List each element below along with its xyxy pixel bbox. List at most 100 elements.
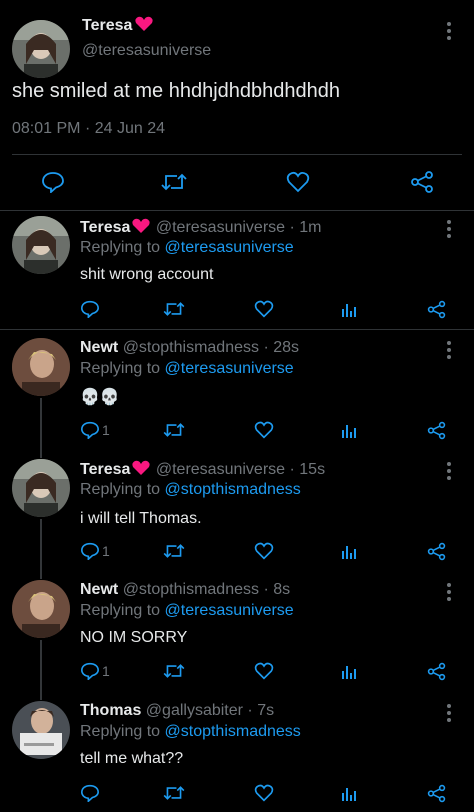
- more-vertical-icon[interactable]: [441, 339, 457, 363]
- replying-to-link[interactable]: @teresasuniverse: [165, 360, 294, 377]
- handle[interactable]: @stopthismadness: [123, 581, 259, 598]
- analytics-icon[interactable]: [341, 784, 359, 802]
- like-icon[interactable]: [254, 421, 274, 439]
- avatar[interactable]: [12, 701, 70, 759]
- heart-emoji-icon: [135, 16, 154, 31]
- avatar[interactable]: [12, 580, 70, 638]
- replying-to-link[interactable]: @stopthismadness: [165, 723, 301, 740]
- avatar[interactable]: [12, 338, 70, 396]
- tweet-text: shit wrong account: [80, 266, 214, 283]
- reply-header: Thomas @gallysabiter · 7s: [80, 702, 274, 720]
- share-icon[interactable]: [427, 542, 446, 561]
- reply-header: Newt @stopthismadness · 8s: [80, 581, 290, 599]
- more-vertical-icon[interactable]: [441, 218, 457, 242]
- tweet-text: i will tell Thomas.: [80, 510, 202, 527]
- share-icon[interactable]: [427, 784, 446, 803]
- reply-count: 1: [102, 543, 110, 559]
- display-name-text[interactable]: Thomas: [80, 702, 141, 719]
- replying-to: Replying to @teresasuniverse: [80, 360, 294, 378]
- retweet-icon[interactable]: [161, 171, 187, 193]
- analytics-icon[interactable]: [341, 421, 359, 439]
- replying-to: Replying to @teresasuniverse: [80, 602, 294, 620]
- heart-emoji-icon: [132, 460, 151, 475]
- time: · 28s: [263, 339, 300, 356]
- thread-line: [40, 519, 42, 579]
- timestamp-date: 24 Jun 24: [94, 120, 165, 137]
- display-name-text[interactable]: Newt: [80, 581, 118, 598]
- display-name-text[interactable]: Teresa: [80, 219, 130, 236]
- analytics-icon[interactable]: [341, 542, 359, 560]
- handle[interactable]: @gallysabiter: [146, 702, 243, 719]
- replying-to-prefix: Replying to: [80, 602, 165, 619]
- time: · 1m: [289, 219, 322, 236]
- handle[interactable]: @stopthismadness: [123, 339, 259, 356]
- timestamp-separator: ·: [84, 120, 91, 137]
- like-icon[interactable]: [254, 662, 274, 680]
- analytics-icon[interactable]: [341, 662, 359, 680]
- timestamp-time: 08:01 PM: [12, 120, 81, 137]
- replying-to-link[interactable]: @teresasuniverse: [165, 602, 294, 619]
- more-vertical-icon[interactable]: [441, 20, 457, 44]
- display-name-text[interactable]: Newt: [80, 339, 118, 356]
- tweet-text: NO IM SORRY: [80, 629, 188, 646]
- reply-icon[interactable]: [80, 542, 100, 560]
- divider: [12, 154, 462, 155]
- divider: [0, 210, 474, 211]
- replying-to-link[interactable]: @stopthismadness: [165, 481, 301, 498]
- like-icon[interactable]: [254, 542, 274, 560]
- retweet-icon[interactable]: [163, 300, 185, 318]
- like-icon[interactable]: [286, 171, 310, 193]
- tweet-text: 💀💀: [80, 389, 120, 406]
- more-vertical-icon[interactable]: [441, 581, 457, 605]
- replying-to-prefix: Replying to: [80, 723, 165, 740]
- replying-to-link[interactable]: @teresasuniverse: [165, 239, 294, 256]
- replying-to: Replying to @teresasuniverse: [80, 239, 294, 257]
- reply-header: Newt @stopthismadness · 28s: [80, 339, 299, 357]
- reply-icon[interactable]: [80, 784, 100, 802]
- retweet-icon[interactable]: [163, 421, 185, 439]
- share-icon[interactable]: [427, 662, 446, 681]
- replying-to-prefix: Replying to: [80, 481, 165, 498]
- display-name-text[interactable]: Teresa: [80, 461, 130, 478]
- replying-to-prefix: Replying to: [80, 239, 165, 256]
- display-name-text: Teresa: [82, 17, 133, 34]
- avatar[interactable]: [12, 216, 70, 274]
- reply-icon[interactable]: [80, 662, 100, 680]
- avatar[interactable]: [12, 20, 70, 78]
- retweet-icon[interactable]: [163, 662, 185, 680]
- time: · 7s: [247, 702, 275, 719]
- avatar[interactable]: [12, 459, 70, 517]
- like-icon[interactable]: [254, 300, 274, 318]
- handle[interactable]: @teresasuniverse: [156, 219, 285, 236]
- retweet-icon[interactable]: [163, 784, 185, 802]
- handle[interactable]: @teresasuniverse: [156, 461, 285, 478]
- analytics-icon[interactable]: [341, 300, 359, 318]
- tweet-text: she smiled at me hhdhjdhdbhdhdhdh: [12, 80, 341, 102]
- share-icon[interactable]: [410, 170, 434, 194]
- like-icon[interactable]: [254, 784, 274, 802]
- replying-to-prefix: Replying to: [80, 360, 165, 377]
- reply-header: Teresa @teresasuniverse · 1m: [80, 218, 322, 237]
- reply-count: 1: [102, 422, 110, 438]
- share-icon[interactable]: [427, 421, 446, 440]
- replying-to: Replying to @stopthismadness: [80, 481, 301, 499]
- reply-header: Teresa @teresasuniverse · 15s: [80, 460, 325, 479]
- reply-icon[interactable]: [80, 300, 100, 318]
- reply-icon[interactable]: [80, 421, 100, 439]
- thread-line: [40, 640, 42, 700]
- handle[interactable]: @teresasuniverse: [82, 42, 211, 60]
- share-icon[interactable]: [427, 300, 446, 319]
- divider: [0, 329, 474, 330]
- retweet-icon[interactable]: [163, 542, 185, 560]
- reply-count: 1: [102, 663, 110, 679]
- display-name[interactable]: Teresa: [82, 16, 154, 35]
- thread-line: [40, 398, 42, 458]
- time: · 8s: [263, 581, 291, 598]
- more-vertical-icon[interactable]: [441, 460, 457, 484]
- time: · 15s: [289, 461, 326, 478]
- more-vertical-icon[interactable]: [441, 702, 457, 726]
- reply-icon[interactable]: [41, 171, 65, 193]
- heart-emoji-icon: [132, 218, 151, 233]
- replying-to: Replying to @stopthismadness: [80, 723, 301, 741]
- timestamp: 08:01 PM · 24 Jun 24: [12, 120, 165, 138]
